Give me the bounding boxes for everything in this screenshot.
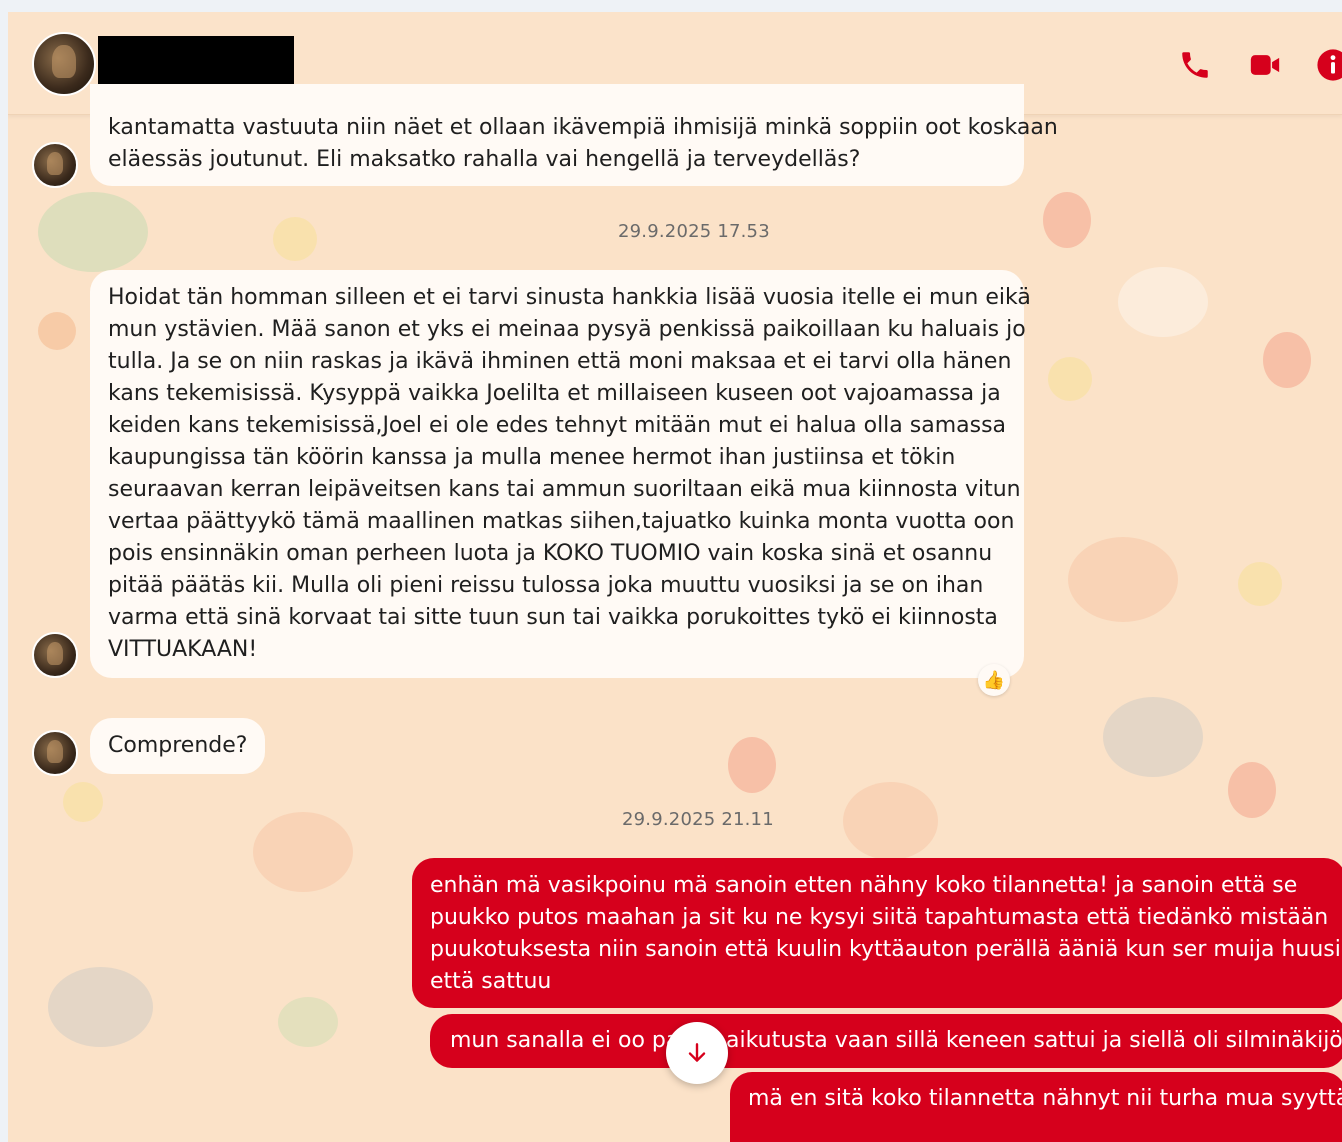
timestamp: 29.9.2025 17.53 bbox=[618, 221, 770, 242]
outgoing-message[interactable]: enhän mä vasikpoinu mä sanoin etten nähn… bbox=[412, 858, 1342, 1008]
incoming-message[interactable]: kantamatta vastuuta niin näet et ollaan … bbox=[90, 84, 1058, 186]
message-line: enhän mä vasikpoinu mä sanoin etten nähn… bbox=[430, 873, 1298, 898]
chat-window: kantamatta vastuuta niin näet et ollaan … bbox=[8, 12, 1342, 1142]
video-camera-icon[interactable] bbox=[1248, 48, 1282, 82]
sender-avatar[interactable] bbox=[32, 730, 78, 776]
contact-avatar[interactable] bbox=[32, 32, 96, 96]
timestamp: 29.9.2025 21.11 bbox=[622, 809, 774, 830]
wallpaper-decoration bbox=[1238, 562, 1282, 606]
outgoing-message[interactable]: mun sanalla ei oo pa aikutusta vaan sill… bbox=[430, 1014, 1342, 1068]
message-line: seuraavan kerran leipäveitsen kans tai a… bbox=[108, 477, 1021, 502]
wallpaper-decoration bbox=[63, 782, 103, 822]
thumbs-up-reaction[interactable]: 👍 bbox=[978, 664, 1010, 696]
wallpaper-decoration bbox=[273, 217, 317, 261]
scroll-to-bottom-button[interactable] bbox=[666, 1022, 728, 1084]
message-line: mun ystävien. Mää sanon et yks ei meinaa… bbox=[108, 317, 1026, 342]
wallpaper-decoration bbox=[843, 782, 938, 860]
message-line: että sattuu bbox=[430, 969, 552, 994]
wallpaper-decoration bbox=[1228, 762, 1276, 818]
message-line: varma että sinä korvaat tai sitte tuun s… bbox=[108, 605, 998, 630]
message-line: VITTUAKAAN! bbox=[108, 637, 258, 662]
incoming-message[interactable]: Hoidat tän homman silleen et ei tarvi si… bbox=[90, 270, 1031, 678]
incoming-message[interactable]: Comprende? bbox=[90, 718, 266, 774]
sender-avatar[interactable] bbox=[32, 142, 78, 188]
message-text-left: mun sanalla ei oo pa bbox=[450, 1028, 680, 1053]
message-line: puukotuksesta niin sanoin että kuulin ky… bbox=[430, 937, 1341, 962]
wallpaper-decoration bbox=[728, 737, 776, 793]
message-line: keiden kans tekemisissä,Joel ei ole edes… bbox=[108, 413, 1007, 438]
wallpaper-decoration bbox=[278, 997, 338, 1047]
wallpaper-decoration bbox=[1118, 267, 1208, 337]
arrow-down-icon bbox=[688, 1043, 706, 1062]
message-text-right: aikutusta vaan sillä keneen sattui ja si… bbox=[726, 1028, 1342, 1053]
message-line: puukko putos maahan ja sit ku ne kysyi s… bbox=[430, 905, 1329, 930]
message-line: pitää päätäs kii. Mulla oli pieni reissu… bbox=[108, 573, 984, 598]
message-line: vertaa päättyykö tämä maallinen matkas s… bbox=[108, 509, 1015, 534]
wallpaper-decoration bbox=[48, 967, 153, 1047]
wallpaper-decoration bbox=[38, 312, 76, 350]
message-text: mä en sitä koko tilannetta nähnyt nii tu… bbox=[748, 1086, 1342, 1111]
info-icon[interactable] bbox=[1316, 48, 1342, 82]
wallpaper-decoration bbox=[1068, 537, 1178, 622]
message-text: Comprende? bbox=[108, 733, 248, 758]
message-line: kaupungissa tän köörin kanssa ja mulla m… bbox=[108, 445, 956, 470]
wallpaper-decoration bbox=[253, 812, 353, 892]
wallpaper-decoration bbox=[1048, 357, 1092, 401]
message-line: eläessäs joutunut. Eli maksatko rahalla … bbox=[108, 147, 861, 172]
message-line: kantamatta vastuuta niin näet et ollaan … bbox=[108, 115, 1058, 140]
message-line: Hoidat tän homman silleen et ei tarvi si… bbox=[108, 285, 1031, 310]
message-line: tulla. Ja se on niin raskas ja ikävä ihm… bbox=[108, 349, 1012, 374]
message-line: pois ensinnäkin oman perheen luota ja KO… bbox=[108, 541, 993, 566]
sender-avatar[interactable] bbox=[32, 632, 78, 678]
wallpaper-decoration bbox=[38, 192, 148, 272]
message-line: kans tekemisissä. Kysyppä vaikka Joelilt… bbox=[108, 381, 1001, 406]
wallpaper-decoration bbox=[1043, 192, 1091, 248]
phone-icon[interactable] bbox=[1178, 48, 1212, 82]
wallpaper-decoration bbox=[1263, 332, 1311, 388]
wallpaper-decoration bbox=[1103, 697, 1203, 777]
outgoing-message[interactable]: mä en sitä koko tilannetta nähnyt nii tu… bbox=[730, 1072, 1342, 1142]
